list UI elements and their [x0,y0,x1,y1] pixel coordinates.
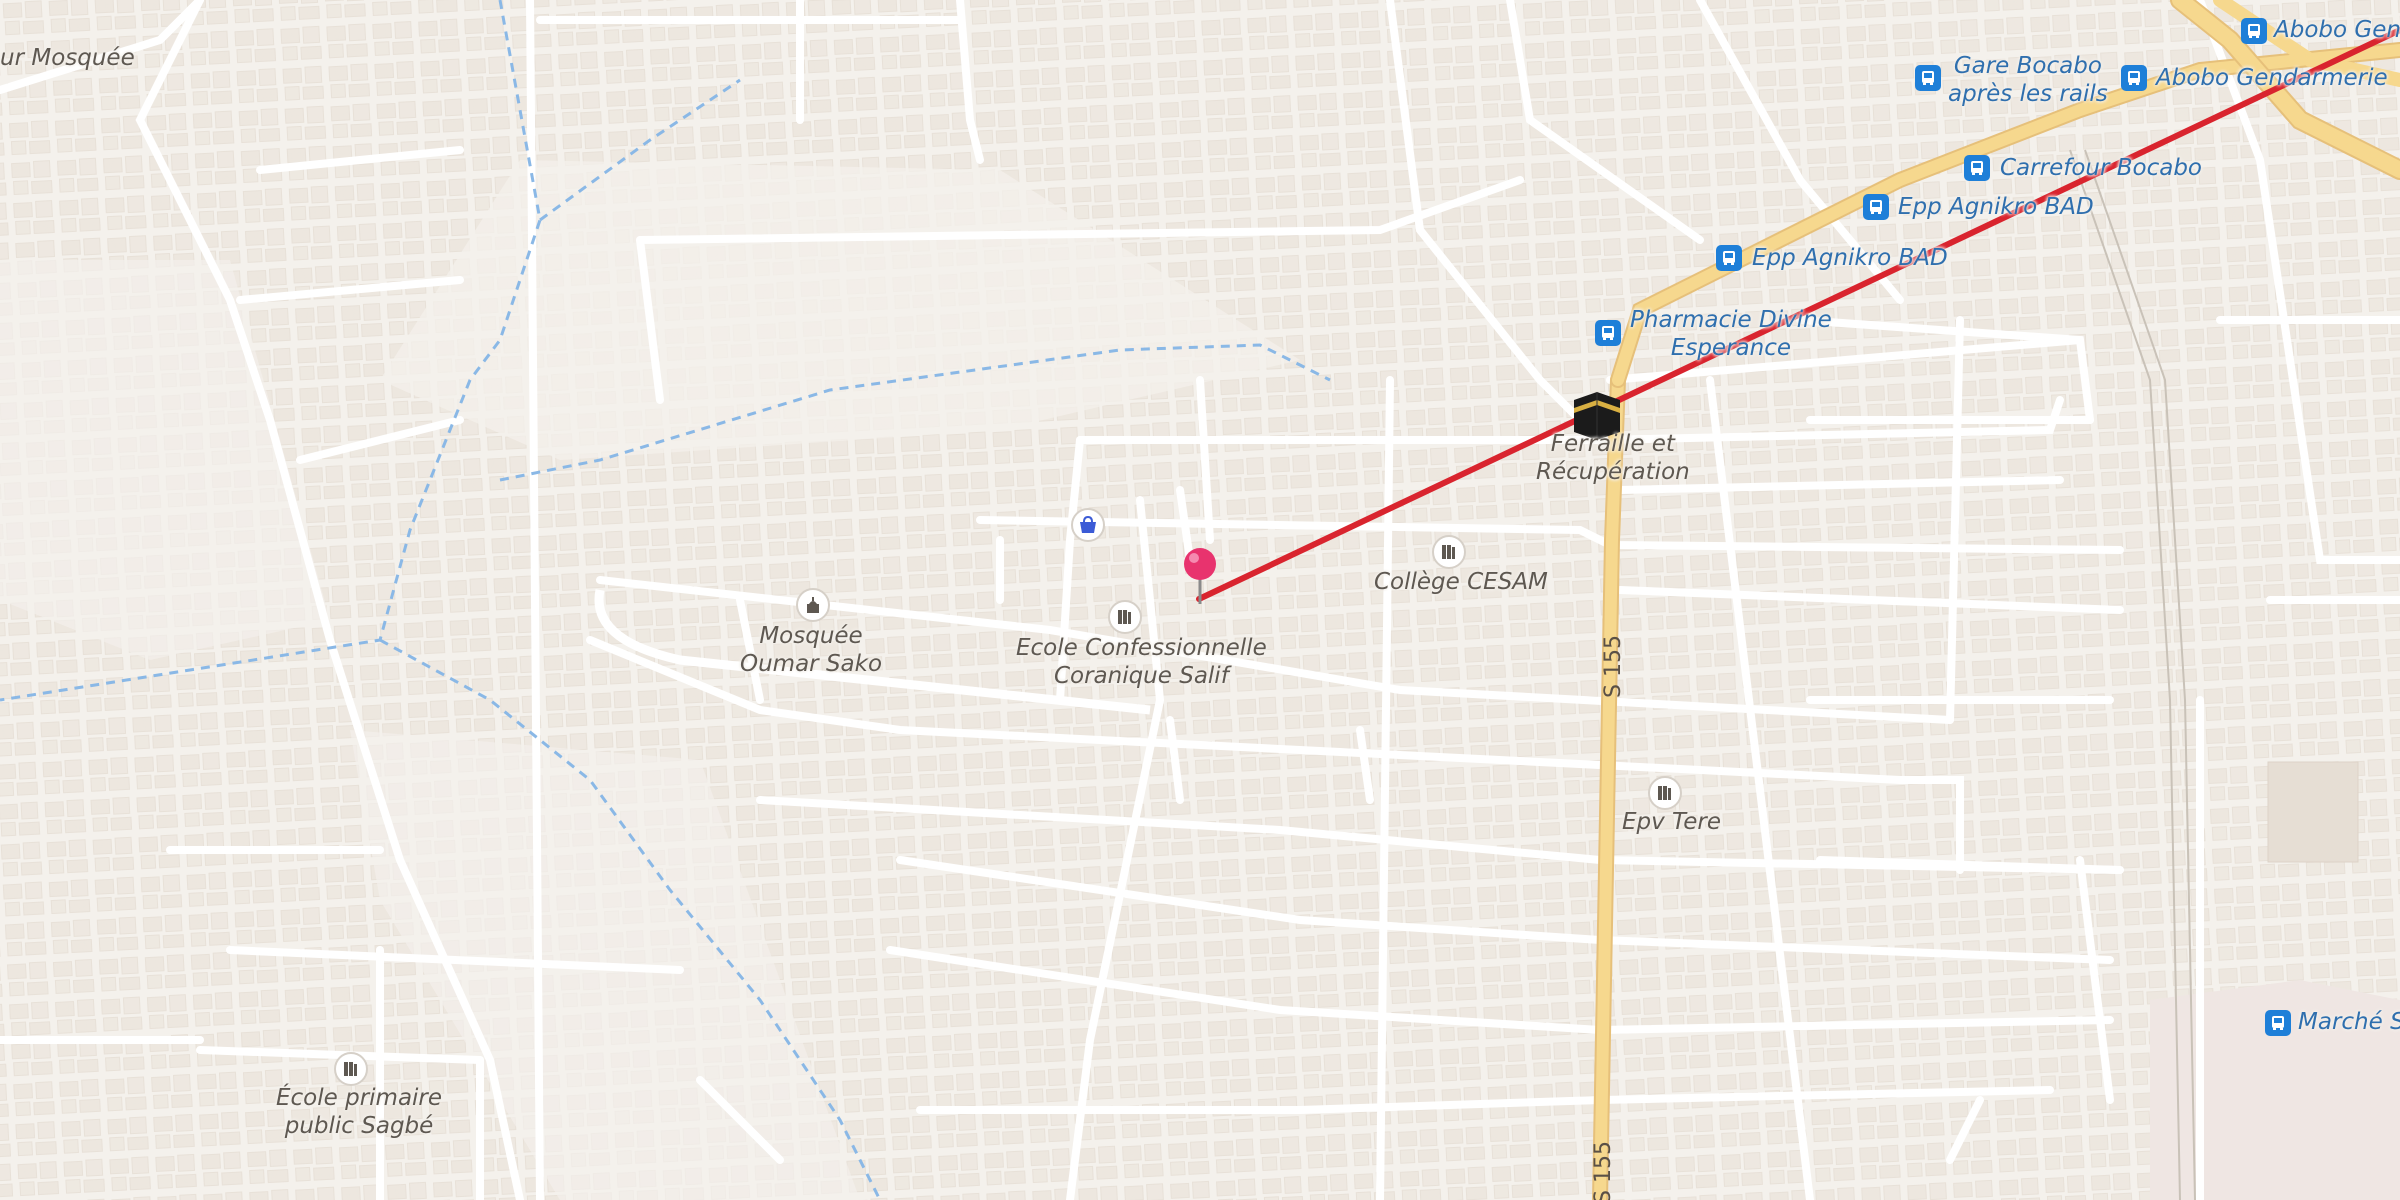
mosque-icon[interactable] [796,588,830,622]
label-mosquee-oumar-sako[interactable]: Mosquée Oumar Sako [740,622,882,678]
label-epv-tere[interactable]: Epv Tere [1622,808,1721,836]
road-label-s155: S 155 [1590,1141,1616,1200]
school-icon[interactable] [1432,535,1466,569]
bus-stop-icon[interactable] [1863,194,1889,220]
shopping-bag-icon[interactable] [1071,508,1105,542]
label-abobo-gend-partial[interactable]: Abobo Gend [2274,16,2400,44]
label-epp-agnikro-2[interactable]: Epp Agnikro BAD [1898,193,2094,221]
bus-stop-icon[interactable] [2241,18,2267,44]
road-label-s155: S 155 [1600,635,1626,698]
map-canvas[interactable]: ur Mosquée Mosquée Oumar Sako Ecole Conf… [0,0,2400,1200]
label-abobo-gendarmerie[interactable]: Abobo Gendarmerie [2156,64,2388,92]
label-mosquee-partial[interactable]: ur Mosquée [0,44,135,72]
bus-stop-icon[interactable] [1915,65,1941,91]
bus-stop-icon[interactable] [2121,65,2147,91]
label-ecole-confessionnelle[interactable]: Ecole Confessionnelle Coranique Salif [1016,634,1267,690]
school-icon[interactable] [1648,776,1682,810]
label-marche-partial[interactable]: Marché S [2298,1008,2400,1036]
bus-stop-icon[interactable] [1716,245,1742,271]
map-pin-icon[interactable] [1180,546,1220,606]
school-icon[interactable] [1108,600,1142,634]
bus-stop-icon[interactable] [2265,1010,2291,1036]
label-ecole-primaire-sagbe[interactable]: École primaire public Sagbé [276,1084,442,1140]
bus-stop-icon[interactable] [1964,155,1990,181]
label-gare-bocabo[interactable]: Gare Bocabo après les rails [1948,52,2108,108]
label-epp-agnikro-1[interactable]: Epp Agnikro BAD [1752,244,1948,272]
bus-stop-icon[interactable] [1595,320,1621,346]
label-ferraille[interactable]: Ferraille et Récupération [1536,430,1690,486]
school-icon[interactable] [334,1052,368,1086]
label-carrefour-bocabo[interactable]: Carrefour Bocabo [2000,154,2202,182]
label-pharmacie-divine[interactable]: Pharmacie Divine Esperance [1630,306,1832,362]
label-college-cesam[interactable]: Collège CESAM [1374,568,1548,596]
